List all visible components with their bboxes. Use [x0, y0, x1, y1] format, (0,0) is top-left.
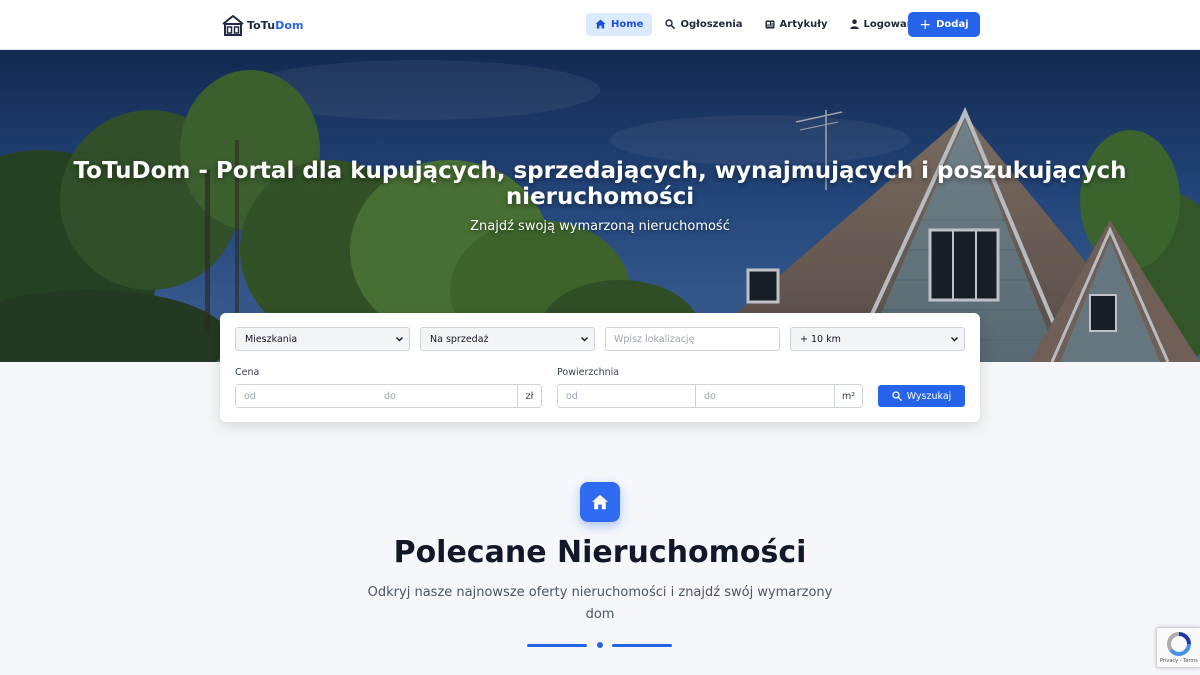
- search-button[interactable]: Wyszukaj: [878, 385, 965, 407]
- price-to-input[interactable]: do: [376, 384, 518, 408]
- chevron-down-icon: [396, 337, 403, 342]
- plus-icon: +: [919, 16, 932, 33]
- divider-line-right: [612, 644, 672, 647]
- hero-subtitle: Znajdź swoją wymarzoną nieruchomość: [470, 219, 730, 234]
- featured-title: Polecane Nieruchomości: [393, 535, 807, 570]
- chevron-down-icon: [951, 337, 958, 342]
- area-from-input[interactable]: od: [557, 384, 696, 408]
- user-icon: [849, 19, 859, 29]
- newspaper-icon: [765, 20, 775, 28]
- price-label: Cena: [235, 367, 260, 378]
- home-icon: [595, 19, 606, 29]
- recaptcha-badge[interactable]: Privacy - Terms: [1156, 627, 1200, 668]
- divider-line-left: [527, 644, 587, 647]
- price-from-input[interactable]: od: [235, 384, 377, 408]
- featured-home-icon: [580, 482, 620, 522]
- divider-dot: [597, 642, 603, 648]
- main-nav: Home Ogłoszenia Artykuły Logowanie: [586, 12, 937, 36]
- logo-text: ToTuDom: [247, 18, 304, 32]
- hero-title: ToTuDom - Portal dla kupujących, sprzeda…: [73, 158, 1127, 210]
- search-icon: [665, 19, 676, 29]
- radius-select[interactable]: + 10 km: [790, 327, 965, 351]
- nav-articles[interactable]: Artykuły: [756, 13, 837, 36]
- area-unit: m²: [834, 384, 863, 408]
- area-to-input[interactable]: do: [695, 384, 835, 408]
- featured-description: Odkryj nasze najnowsze oferty nieruchomo…: [367, 585, 833, 622]
- navbar: ToTuDom Home Ogłoszenia Artykuły Logowan…: [0, 0, 1200, 50]
- search-form: Mieszkania Na sprzedaż Wpisz lokalizację…: [220, 313, 980, 422]
- logo[interactable]: ToTuDom: [221, 12, 304, 38]
- nav-home[interactable]: Home: [586, 12, 653, 36]
- house-logo-icon: [222, 15, 244, 36]
- price-unit: zł: [517, 384, 542, 408]
- chevron-down-icon: [581, 337, 588, 342]
- transaction-type-select[interactable]: Na sprzedaż: [420, 327, 595, 351]
- recaptcha-icon: [1167, 632, 1191, 656]
- property-type-select[interactable]: Mieszkania: [235, 327, 410, 351]
- location-input[interactable]: Wpisz lokalizację: [605, 327, 780, 351]
- nav-listings[interactable]: Ogłoszenia: [656, 13, 751, 36]
- search-icon: [892, 391, 902, 401]
- recaptcha-terms[interactable]: Privacy - Terms: [1160, 658, 1198, 664]
- area-label: Powierzchnia: [557, 367, 620, 378]
- add-listing-button[interactable]: + Dodaj: [908, 12, 980, 37]
- home-icon: [592, 494, 608, 510]
